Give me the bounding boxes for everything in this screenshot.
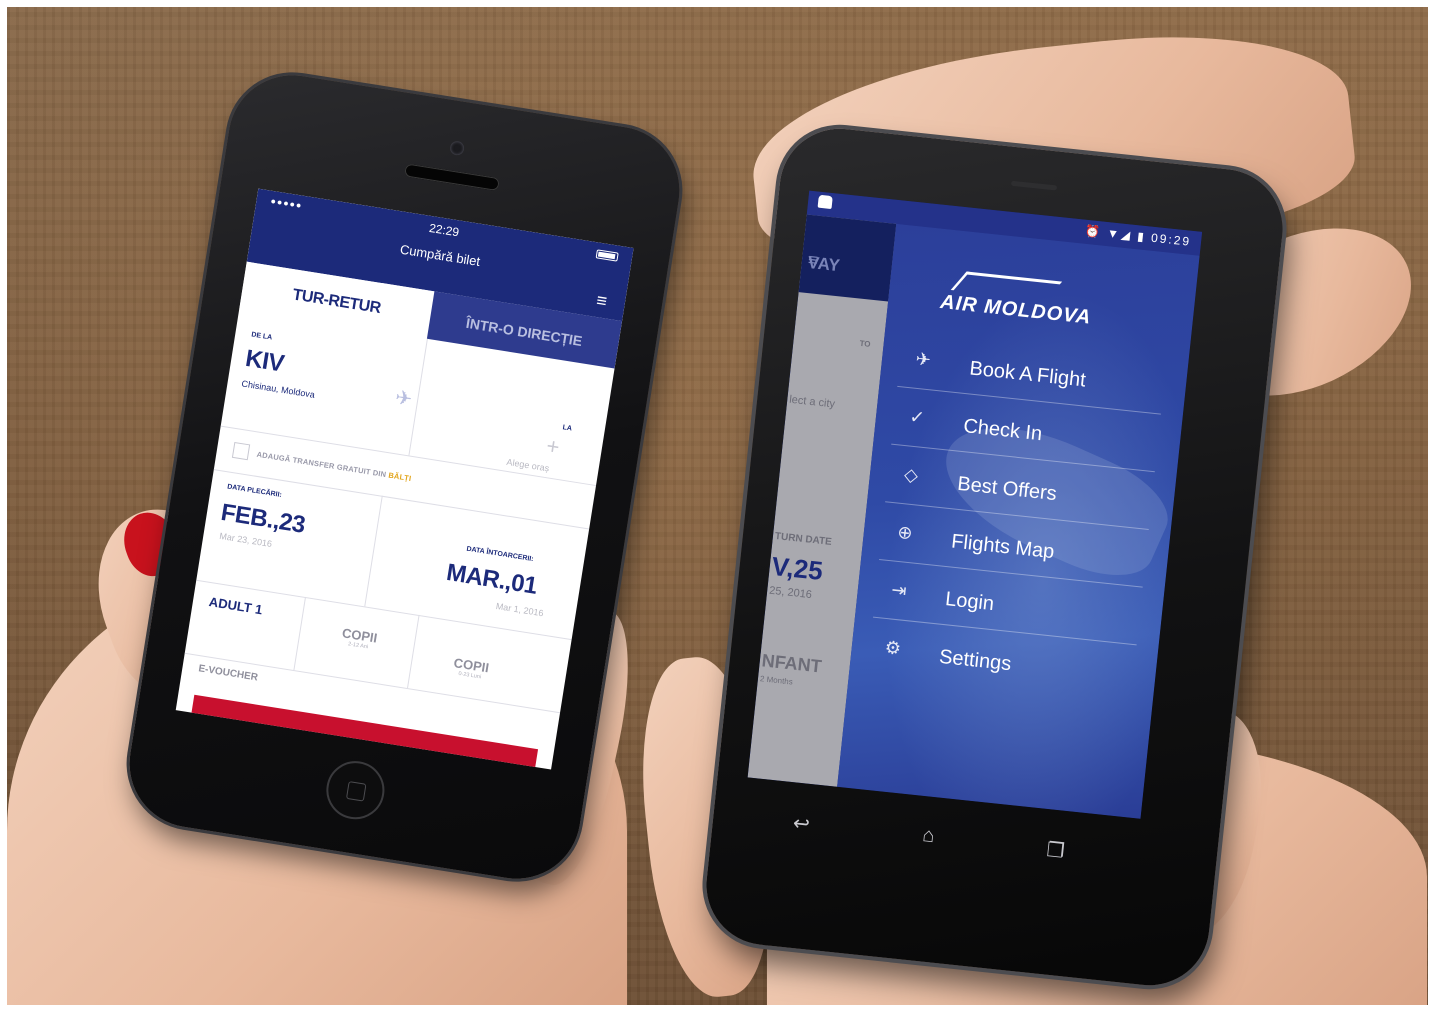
voucher-field[interactable]: E-VOUCHER: [198, 663, 259, 683]
return-date[interactable]: MAR.,01: [444, 559, 539, 601]
underlay-passenger: NFANT: [760, 650, 823, 677]
android-robot-icon: [817, 194, 833, 210]
check-circle-icon: ✓: [908, 406, 926, 428]
plane-icon: ✈: [914, 348, 932, 371]
infant-count[interactable]: COPII 0-23 Luni: [430, 652, 512, 685]
home-icon[interactable]: ⌂: [921, 824, 935, 848]
underlay-return-sub: 25, 2016: [768, 584, 813, 602]
iphone-screen: ●●●●● 22:29 Cumpără bilet ≡ TUR-RETUR ÎN…: [175, 188, 634, 770]
navigation-drawer: AIR MOLDOVA ✈ Book A Flight ✓ Check In ◇…: [837, 223, 1200, 819]
transfer-label: ADAUGĂ TRANSFER GRATUIT DIN: [256, 449, 387, 480]
menu-label: Flights Map: [950, 530, 1056, 564]
underlay-tab: VAY: [806, 252, 841, 276]
gear-icon: ⚙: [883, 637, 903, 659]
departure-label: DATA PLECĂRII:: [226, 483, 283, 499]
earpiece-speaker: [404, 163, 500, 192]
globe-icon: ⊕: [896, 521, 914, 544]
from-label: DE LA: [250, 331, 273, 342]
tag-icon: ◇: [903, 464, 920, 486]
adult-count[interactable]: ADULT 1: [208, 594, 264, 617]
earpiece-speaker: [1010, 180, 1058, 191]
return-label: DATA ÎNTOARCERII:: [465, 545, 534, 564]
plane-icon: ✈: [393, 386, 414, 412]
home-button[interactable]: [322, 756, 389, 824]
to-label: LA: [562, 424, 573, 433]
underlay-return-value: V,25: [770, 550, 825, 587]
menu-label: Login: [944, 588, 996, 616]
air-moldova-logo: AIR MOLDOVA: [939, 269, 1095, 330]
menu-label: Settings: [938, 645, 1013, 676]
android-screen: ⏰ ▼◢ ▮ 09:29 ≡ VAY TO lect a city TURN D…: [747, 190, 1203, 819]
return-sub: Mar 1, 2016: [495, 600, 545, 619]
recents-icon[interactable]: ❐: [1045, 837, 1066, 864]
transfer-checkbox[interactable]: [231, 441, 251, 461]
photo-background: ●●●●● 22:29 Cumpără bilet ≡ TUR-RETUR ÎN…: [7, 7, 1428, 1005]
status-time: 09:29: [1150, 230, 1192, 249]
hamburger-menu-icon[interactable]: ≡: [595, 290, 609, 311]
from-city: Chisinau, Moldova: [240, 378, 316, 400]
front-camera: [449, 140, 466, 157]
add-city-icon[interactable]: +: [545, 433, 562, 461]
from-code[interactable]: KIV: [243, 345, 286, 379]
underlay-return-label: TURN DATE: [774, 530, 833, 548]
transfer-text: ADAUGĂ TRANSFER GRATUIT DIN BĂLȚI: [256, 450, 412, 483]
transfer-city: BĂLȚI: [387, 470, 413, 484]
menu-label: Best Offers: [956, 472, 1058, 506]
underlay-header: ≡ VAY: [798, 214, 897, 302]
back-icon[interactable]: ↩: [792, 810, 811, 837]
search-button[interactable]: [189, 694, 539, 770]
login-icon: ⇥: [890, 579, 908, 601]
menu-label: Book A Flight: [968, 357, 1087, 392]
divider: [364, 495, 383, 607]
divider: [293, 596, 307, 671]
child-count[interactable]: COPII 2-12 Ani: [318, 622, 400, 655]
underlay-passenger-sub: 2 Months: [759, 674, 794, 687]
menu-label: Check In: [962, 415, 1044, 446]
underlay-to-placeholder: lect a city: [788, 393, 836, 411]
underlay-to-label: TO: [859, 338, 871, 349]
android-device: ⏰ ▼◢ ▮ 09:29 ≡ VAY TO lect a city TURN D…: [700, 122, 1289, 992]
divider: [407, 614, 420, 689]
